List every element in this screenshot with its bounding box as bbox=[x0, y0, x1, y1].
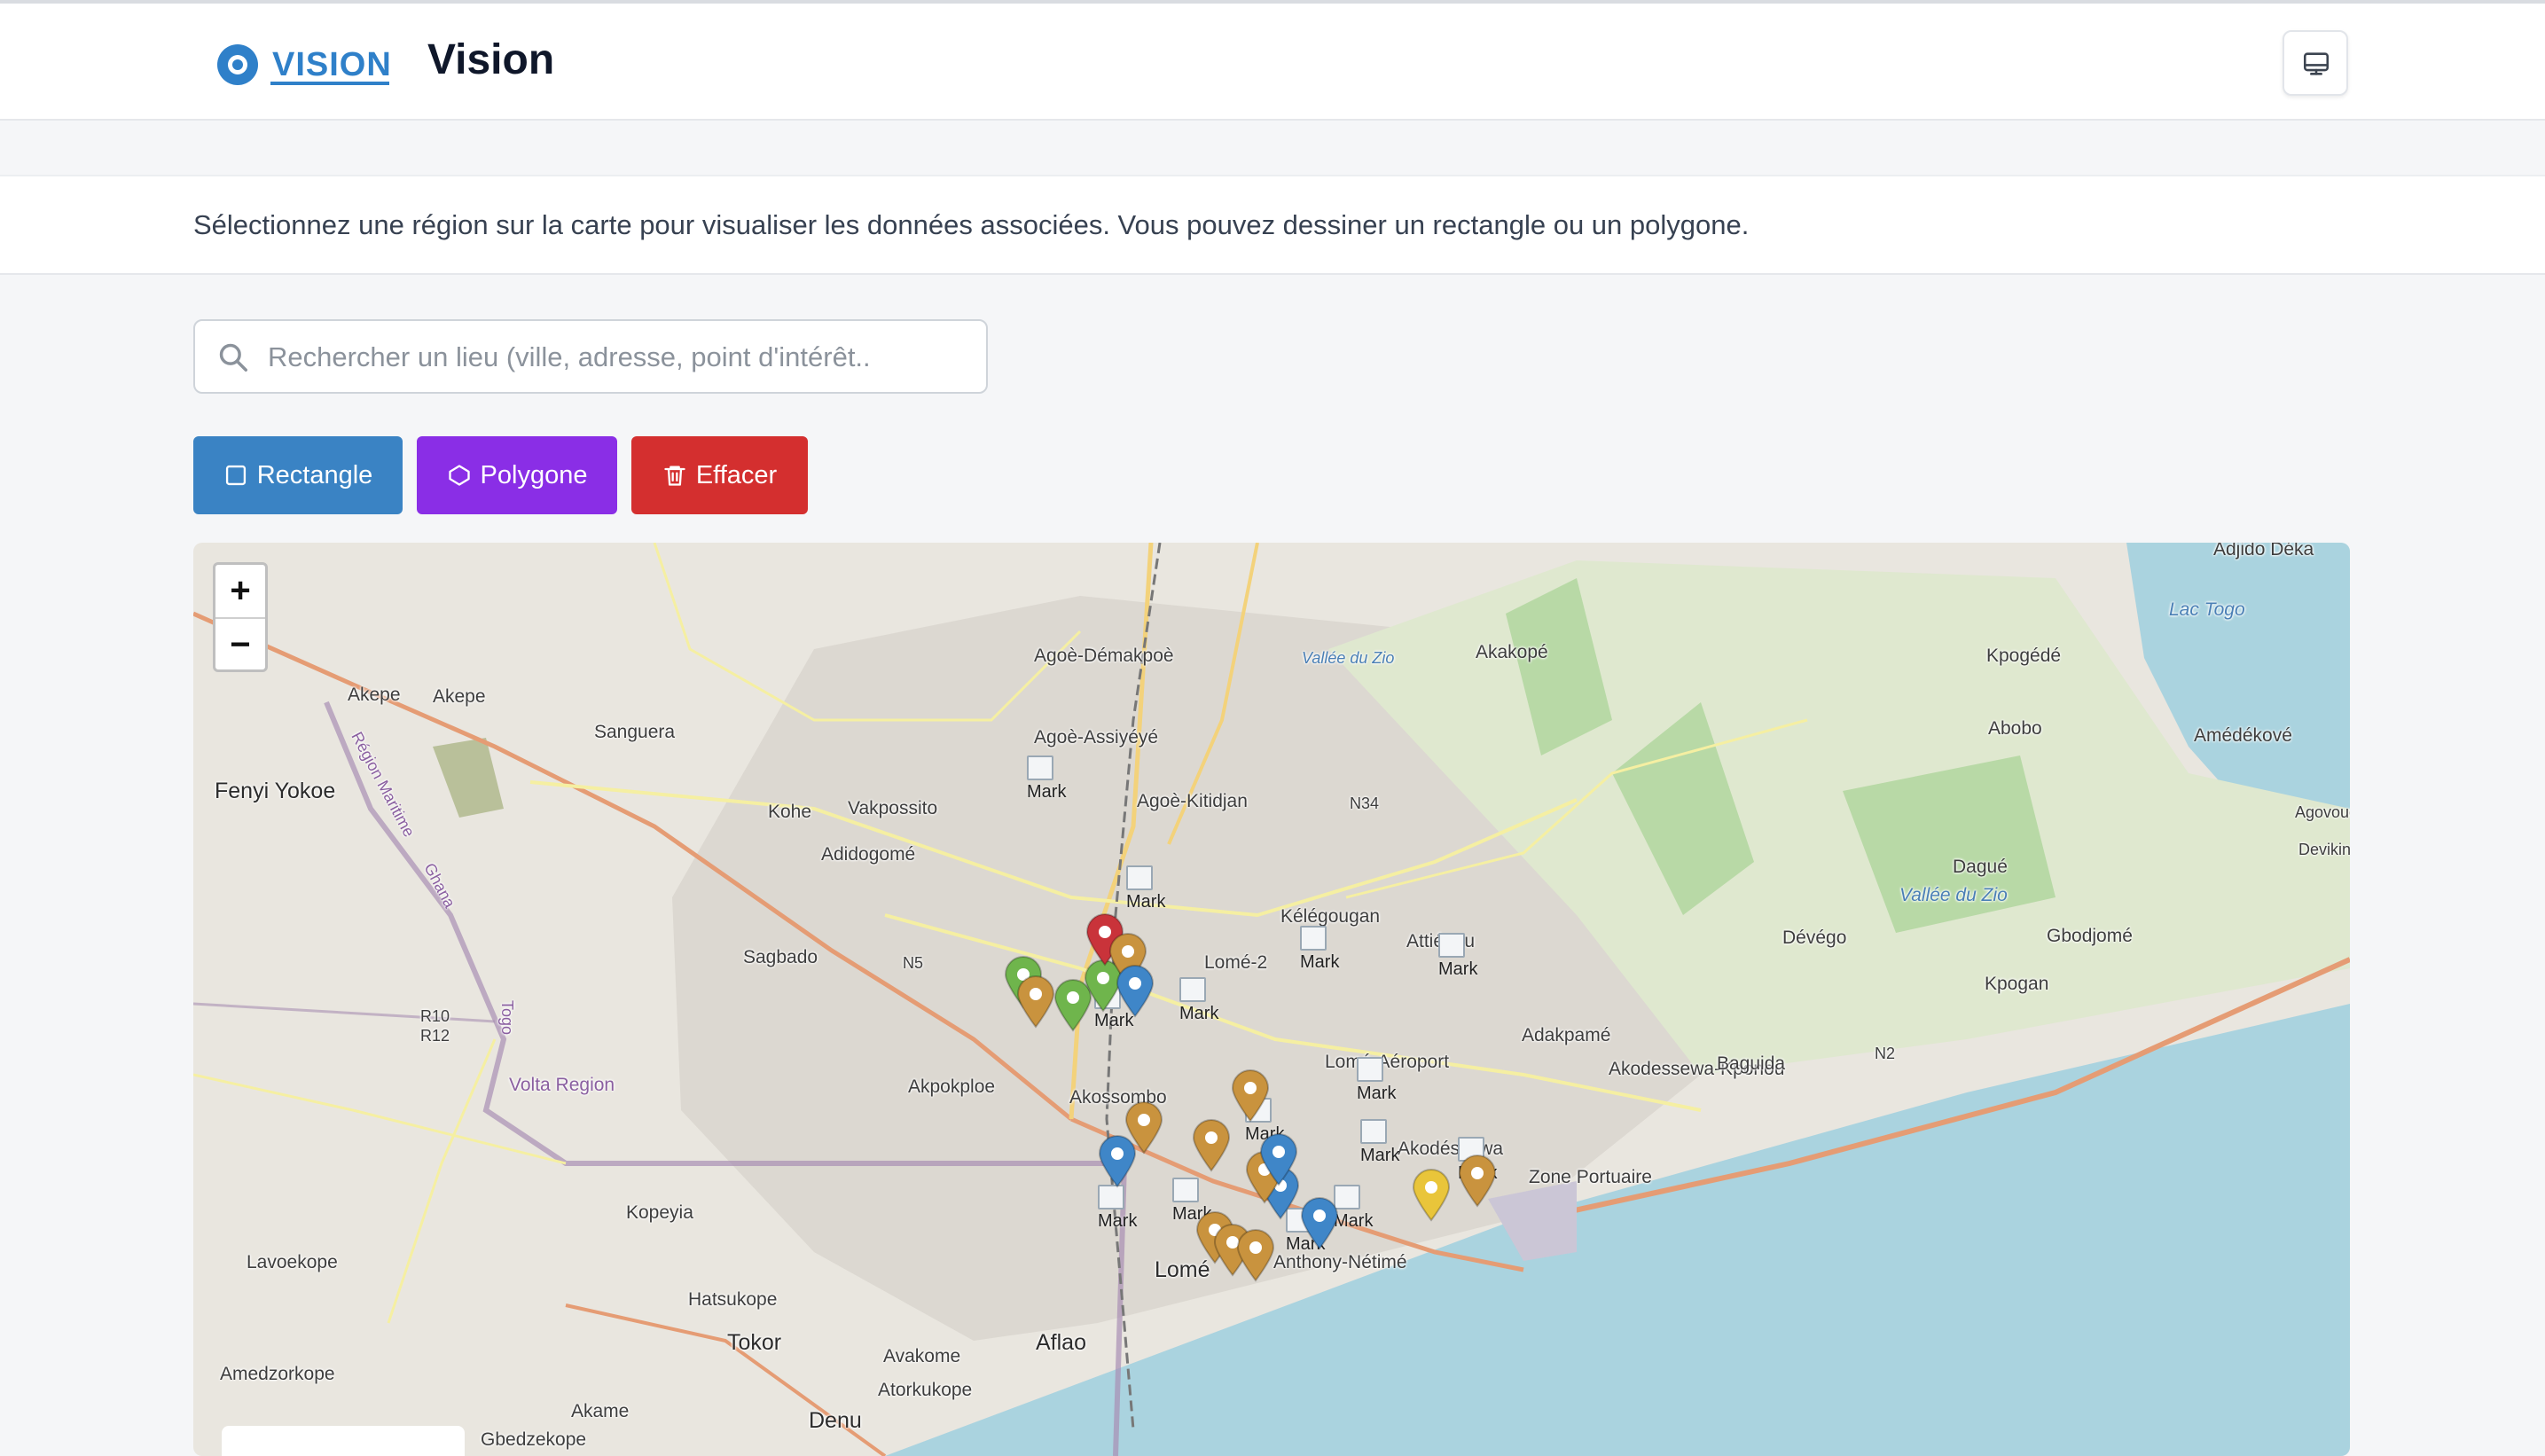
vision-logo-icon[interactable] bbox=[216, 43, 259, 86]
map-marker[interactable] bbox=[1259, 1133, 1298, 1186]
place-label: Dévégo bbox=[1782, 928, 1847, 948]
place-label: Gbedzekope bbox=[481, 1429, 587, 1450]
place-label: Avakome bbox=[883, 1346, 961, 1366]
place-label: Agoè-Démakpoè bbox=[1034, 646, 1174, 666]
map-marker[interactable] bbox=[1458, 1155, 1497, 1208]
place-label: Togo bbox=[498, 1000, 516, 1036]
image-marker[interactable]: Mark bbox=[1360, 1119, 1399, 1166]
image-marker[interactable]: Mark bbox=[1179, 977, 1218, 1024]
place-label: Zone Portuaire bbox=[1529, 1167, 1652, 1187]
place-label: Abobo bbox=[1988, 718, 2042, 739]
place-label: N2 bbox=[1875, 1045, 1896, 1062]
trash-icon bbox=[664, 466, 685, 486]
instructions-panel: Sélectionnez une région sur la carte pou… bbox=[0, 175, 2545, 275]
image-marker[interactable]: Mark bbox=[1334, 1185, 1373, 1232]
map-marker[interactable] bbox=[1116, 965, 1155, 1018]
map-marker[interactable] bbox=[1300, 1197, 1339, 1250]
place-label: Kohe bbox=[768, 802, 812, 822]
place-label: Hatsukope bbox=[688, 1289, 778, 1310]
place-label: N5 bbox=[903, 954, 924, 972]
map-marker[interactable] bbox=[1124, 1101, 1163, 1155]
place-label: Amedzorkope bbox=[220, 1364, 335, 1384]
clear-label: Effacer bbox=[695, 461, 778, 489]
display-toggle-button[interactable] bbox=[2283, 30, 2348, 96]
place-label: Akakopé bbox=[1476, 642, 1548, 662]
place-label: Vakpossito bbox=[848, 798, 938, 818]
zoom-out-button[interactable]: − bbox=[215, 619, 265, 671]
place-label: Akepe bbox=[433, 686, 486, 707]
rectangle-tool-button[interactable]: Rectangle bbox=[193, 436, 403, 514]
place-label: Agoè-Kitidjan bbox=[1137, 791, 1248, 811]
image-marker[interactable]: Mark bbox=[1357, 1057, 1396, 1104]
zoom-control: + − bbox=[213, 562, 268, 672]
place-label: Atorkukope bbox=[878, 1380, 973, 1400]
map-marker[interactable] bbox=[1412, 1169, 1451, 1222]
search-input[interactable] bbox=[266, 330, 970, 385]
hexagon-icon bbox=[448, 465, 470, 486]
image-marker[interactable]: Mark bbox=[1027, 755, 1066, 802]
place-label: Kélégougan bbox=[1280, 906, 1381, 927]
place-label: N34 bbox=[1350, 795, 1380, 812]
monitor-icon bbox=[2303, 52, 2330, 75]
place-label: Aflao bbox=[1036, 1330, 1086, 1355]
place-label: Lac Togo bbox=[2169, 599, 2245, 620]
page-title: Vision bbox=[427, 36, 555, 83]
place-label: Adjido Déka bbox=[2213, 543, 2314, 560]
place-label: Kpogan bbox=[1985, 974, 2049, 994]
place-label: Fenyi Yokoe bbox=[215, 779, 336, 803]
place-label: Agoè-Assiyéyé bbox=[1034, 727, 1159, 748]
polygon-tool-button[interactable]: Polygone bbox=[417, 436, 617, 514]
zoom-in-button[interactable]: + bbox=[215, 565, 265, 619]
place-label: Adakpamé bbox=[1522, 1025, 1611, 1045]
place-label: Dagué bbox=[1953, 857, 2008, 877]
image-marker[interactable]: Mark bbox=[1438, 933, 1477, 980]
place-label: Akepe bbox=[348, 685, 401, 705]
map-marker[interactable] bbox=[1192, 1119, 1231, 1172]
place-label: Vallée du Zio bbox=[1302, 649, 1395, 667]
map-marker[interactable] bbox=[1236, 1229, 1275, 1282]
app-header: VISION Vision bbox=[0, 4, 2545, 121]
place-label: Agovoudo bbox=[2295, 803, 2350, 821]
place-label: Vallée du Zio bbox=[1899, 885, 2008, 905]
square-icon bbox=[225, 465, 246, 486]
image-marker[interactable]: Mark bbox=[1098, 1185, 1137, 1232]
clear-button[interactable]: Effacer bbox=[631, 436, 808, 514]
map-marker[interactable] bbox=[1231, 1069, 1270, 1123]
place-label: Anthony-Nétimé bbox=[1273, 1252, 1407, 1272]
place-label: Lavoekope bbox=[247, 1252, 338, 1272]
map-view[interactable]: + − Adjido Déka Lac Togo Agoè-Démakpoè A… bbox=[193, 543, 2350, 1456]
place-label: Tokor bbox=[727, 1330, 782, 1355]
place-label: Denu bbox=[809, 1408, 862, 1433]
place-label: Akame bbox=[571, 1401, 630, 1421]
place-label: R10 bbox=[420, 1007, 450, 1025]
map-overlay-panel bbox=[222, 1426, 465, 1456]
place-label: Sagbado bbox=[743, 947, 818, 967]
place-label: Adidogomé bbox=[821, 844, 916, 865]
place-label: Baguida bbox=[1717, 1053, 1786, 1074]
place-label: Amédékové bbox=[2194, 725, 2292, 746]
search-icon bbox=[219, 343, 247, 372]
logo-underline bbox=[270, 82, 389, 85]
image-marker[interactable]: Mark bbox=[1300, 926, 1339, 973]
place-label: Volta Region bbox=[509, 1075, 615, 1095]
place-label: Devikinm bbox=[2298, 841, 2350, 858]
place-label: Gbodjomé bbox=[2047, 926, 2133, 946]
place-label: Sanguera bbox=[594, 722, 676, 742]
location-search[interactable] bbox=[193, 319, 988, 394]
instructions-text: Sélectionnez une région sur la carte pou… bbox=[193, 209, 1750, 240]
place-label: Kpogédé bbox=[1986, 646, 2062, 666]
map-tiles bbox=[193, 543, 2350, 1456]
place-label: Lomé-2 bbox=[1204, 952, 1268, 973]
place-label: Akpokploe bbox=[908, 1076, 996, 1097]
rectangle-label: Rectangle bbox=[256, 461, 373, 489]
logo-link[interactable]: VISION bbox=[272, 43, 392, 87]
polygon-label: Polygone bbox=[480, 461, 588, 489]
map-marker[interactable] bbox=[1016, 975, 1055, 1029]
place-label: Kopeyia bbox=[626, 1202, 693, 1223]
image-marker[interactable]: Mark bbox=[1126, 865, 1165, 912]
place-label: R12 bbox=[420, 1027, 450, 1045]
